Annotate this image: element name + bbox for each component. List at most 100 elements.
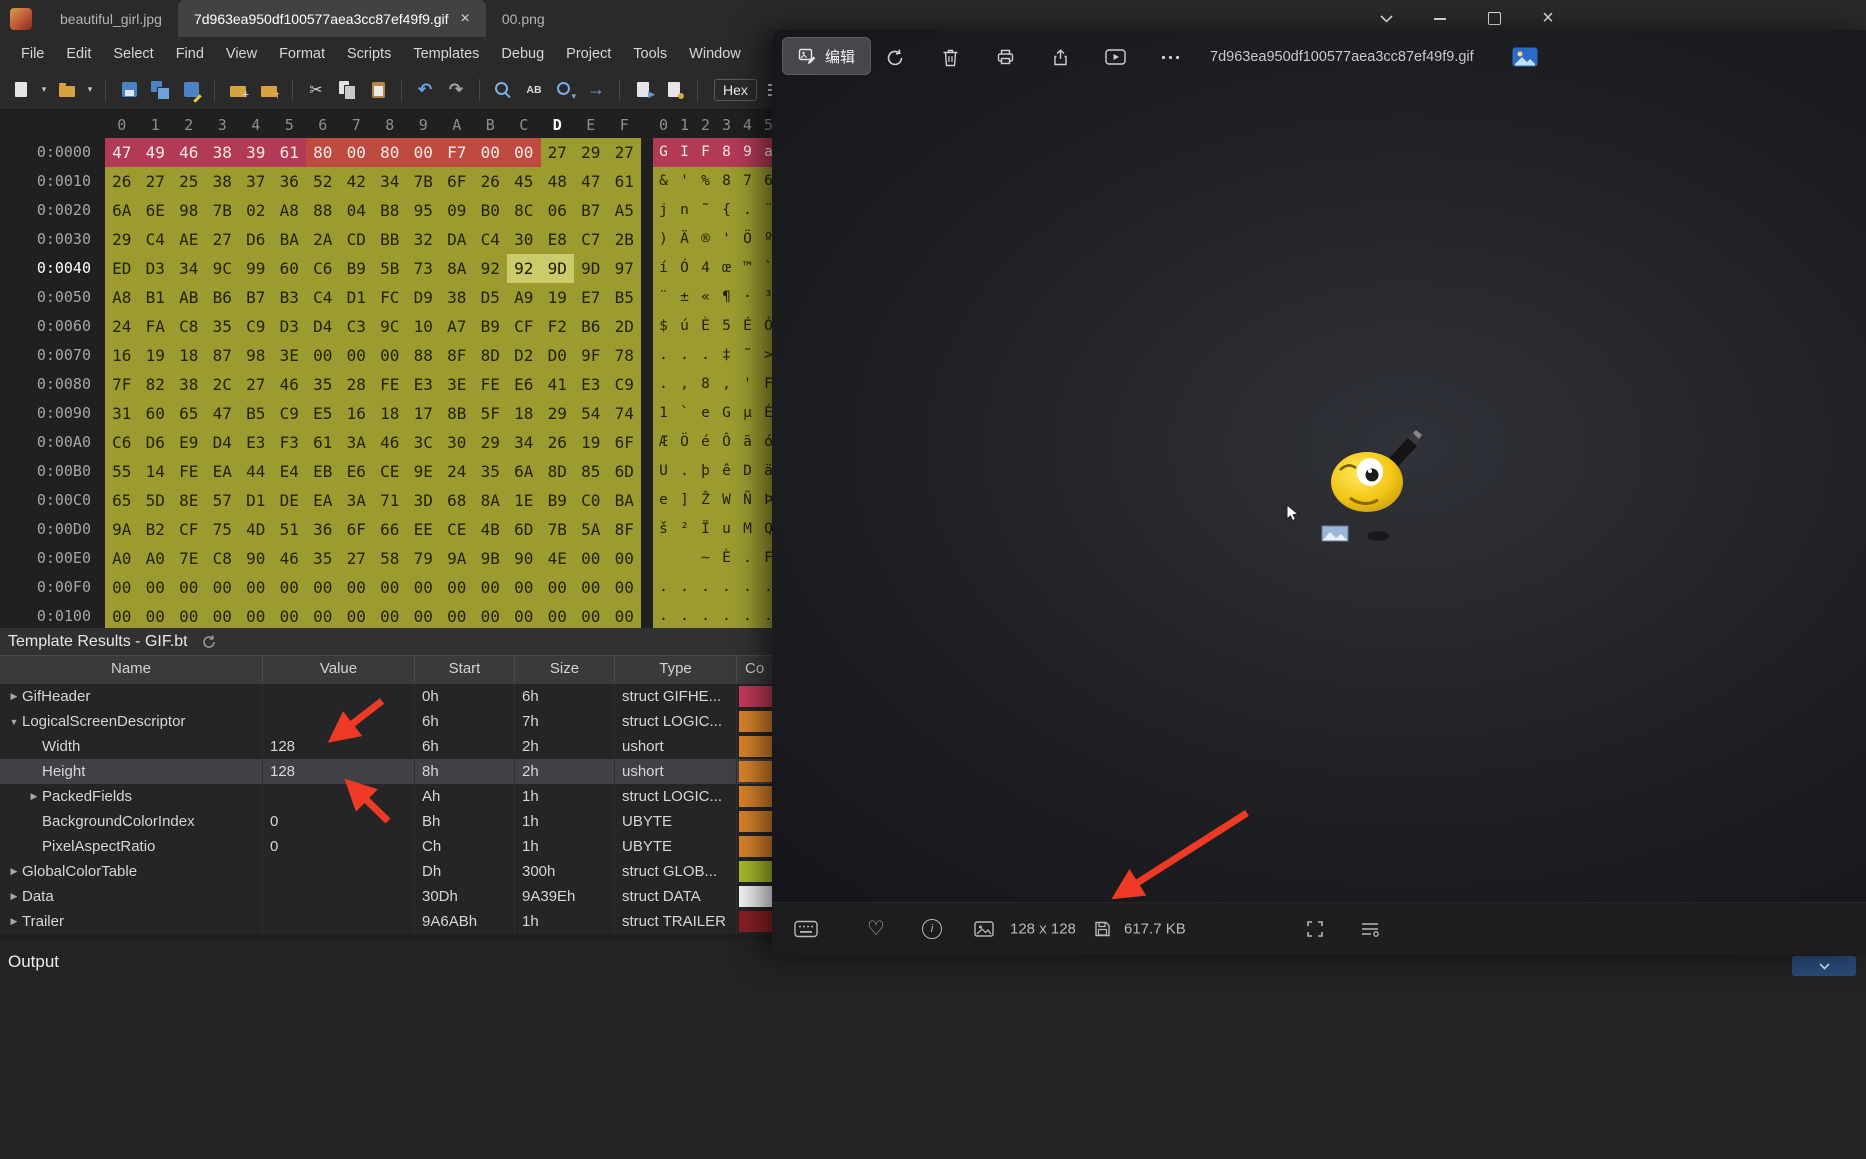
ascii-char[interactable]: U (653, 457, 674, 486)
column-header-value[interactable]: Value (263, 656, 415, 682)
hex-byte[interactable]: 29 (474, 428, 508, 457)
hex-byte[interactable]: 8A (474, 486, 508, 515)
hex-byte[interactable]: 7B (407, 167, 441, 196)
hex-byte[interactable]: D6 (239, 225, 273, 254)
hex-byte[interactable]: 26 (541, 428, 575, 457)
ascii-char[interactable]: . (737, 602, 758, 628)
hex-byte[interactable]: 6D (507, 515, 541, 544)
hex-byte[interactable]: D0 (541, 341, 575, 370)
hex-byte[interactable]: 39 (239, 138, 273, 167)
save-all-icon[interactable] (147, 77, 173, 103)
ascii-char[interactable]: F (695, 138, 716, 167)
hex-byte[interactable]: 9F (574, 341, 608, 370)
hex-byte[interactable]: 28 (340, 370, 374, 399)
ascii-char[interactable]: È (695, 312, 716, 341)
hex-byte[interactable]: 31 (105, 399, 139, 428)
ascii-char[interactable]: & (653, 167, 674, 196)
hex-byte[interactable]: 00 (239, 573, 273, 602)
hex-byte[interactable]: E3 (574, 370, 608, 399)
run-template-icon[interactable] (630, 77, 656, 103)
template-row-data[interactable]: ▶Data30Dh9A39Ehstruct DATA (0, 884, 905, 909)
ascii-char[interactable]: e (695, 399, 716, 428)
hex-byte[interactable]: 35 (206, 312, 240, 341)
dropdown-chevron-icon[interactable] (1372, 15, 1400, 23)
ascii-char[interactable]: Ö (674, 428, 695, 457)
menu-templates[interactable]: Templates (402, 46, 490, 62)
template-row-backgroundcolorindex[interactable]: BackgroundColorIndex0Bh1hUBYTE (0, 809, 905, 834)
hex-byte[interactable]: 00 (172, 602, 206, 628)
hex-byte[interactable]: 65 (172, 399, 206, 428)
hex-byte[interactable]: D4 (306, 312, 340, 341)
hex-byte[interactable]: 00 (340, 573, 374, 602)
hex-byte[interactable]: 19 (541, 283, 575, 312)
expand-arrow-icon[interactable]: ▶ (6, 691, 22, 702)
template-row-logicalscreendescriptor[interactable]: ▼LogicalScreenDescriptor6h7hstruct LOGIC… (0, 709, 905, 734)
hex-byte[interactable]: 27 (541, 138, 575, 167)
hex-byte[interactable]: C9 (273, 399, 307, 428)
hex-byte[interactable]: 19 (574, 428, 608, 457)
delete-button[interactable] (930, 37, 970, 77)
menu-tools[interactable]: Tools (622, 46, 678, 62)
hex-byte[interactable]: 27 (239, 370, 273, 399)
hex-byte[interactable]: B6 (574, 312, 608, 341)
hex-byte[interactable]: D3 (273, 312, 307, 341)
hex-byte[interactable]: E8 (541, 225, 575, 254)
ascii-char[interactable]: n (674, 196, 695, 225)
ascii-char[interactable]: 4 (695, 254, 716, 283)
menu-find[interactable]: Find (165, 46, 215, 62)
hex-byte[interactable]: E5 (306, 399, 340, 428)
hex-byte[interactable]: 24 (440, 457, 474, 486)
hex-byte[interactable]: 6F (440, 167, 474, 196)
hex-byte[interactable]: 6A (507, 457, 541, 486)
hex-byte[interactable]: EE (407, 515, 441, 544)
hex-byte[interactable]: FC (373, 283, 407, 312)
hex-byte[interactable]: BA (273, 225, 307, 254)
hex-byte[interactable]: 35 (474, 457, 508, 486)
hex-byte[interactable]: D5 (474, 283, 508, 312)
hex-byte[interactable]: 00 (574, 573, 608, 602)
template-row-height[interactable]: Height1288h2hushort (0, 759, 905, 784)
hex-byte[interactable]: 06 (541, 196, 575, 225)
hex-byte[interactable]: E9 (172, 428, 206, 457)
hex-byte[interactable]: C4 (306, 283, 340, 312)
zoom-fit-icon[interactable] (1306, 920, 1324, 938)
template-row-globalcolortable[interactable]: ▶GlobalColorTableDh300hstruct GLOB... (0, 859, 905, 884)
hex-byte[interactable]: 19 (139, 341, 173, 370)
hex-byte[interactable]: 46 (273, 544, 307, 573)
hex-byte[interactable]: C8 (206, 544, 240, 573)
hex-byte[interactable]: 09 (440, 196, 474, 225)
hex-byte[interactable]: 29 (541, 399, 575, 428)
hex-byte[interactable]: D9 (407, 283, 441, 312)
hex-byte[interactable]: AB (172, 283, 206, 312)
hex-byte[interactable]: B8 (373, 196, 407, 225)
hex-byte[interactable]: 6F (340, 515, 374, 544)
hex-byte[interactable]: 3D (407, 486, 441, 515)
ascii-char[interactable]: é (695, 428, 716, 457)
hex-byte[interactable]: 34 (507, 428, 541, 457)
hex-byte[interactable]: 79 (407, 544, 441, 573)
hex-byte[interactable]: 00 (440, 573, 474, 602)
tab-inactive[interactable]: 00.png (486, 0, 561, 37)
ascii-char[interactable]: ™ (737, 254, 758, 283)
hex-byte[interactable]: 46 (373, 428, 407, 457)
info-icon[interactable]: i (922, 919, 942, 939)
hex-byte[interactable]: 30 (440, 428, 474, 457)
hex-byte[interactable]: 3A (340, 428, 374, 457)
hex-byte[interactable]: C6 (105, 428, 139, 457)
hex-byte[interactable]: B9 (340, 254, 374, 283)
undo-icon[interactable] (412, 77, 438, 103)
hex-byte[interactable]: 00 (574, 544, 608, 573)
hex-byte[interactable]: 27 (206, 225, 240, 254)
hex-byte[interactable]: 99 (239, 254, 273, 283)
hex-byte[interactable]: 00 (373, 602, 407, 628)
hex-byte[interactable]: C4 (139, 225, 173, 254)
hex-byte[interactable]: 00 (340, 138, 374, 167)
hex-byte[interactable]: 00 (206, 602, 240, 628)
ascii-char[interactable]: ) (653, 225, 674, 254)
ascii-char[interactable]: . (695, 573, 716, 602)
ascii-char[interactable] (653, 544, 674, 573)
ascii-char[interactable]: I (674, 138, 695, 167)
hex-byte[interactable]: 6E (139, 196, 173, 225)
hex-byte[interactable]: 35 (306, 544, 340, 573)
tab-close-icon[interactable]: × (461, 12, 470, 26)
